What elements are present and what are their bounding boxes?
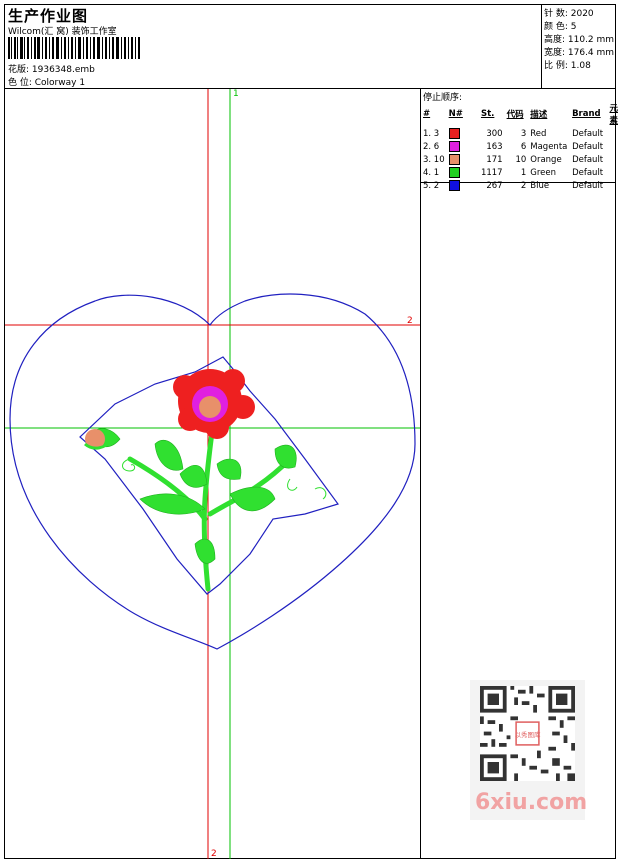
row-stitches: 1117 bbox=[480, 167, 503, 178]
color-swatch bbox=[448, 167, 460, 178]
row-code: 6 bbox=[520, 141, 527, 152]
stat-width: 宽度: 176.4 mm bbox=[544, 48, 615, 58]
table-row: 2. 6 163 6 Magenta Default bbox=[421, 140, 620, 153]
colorway-name: 色 位: Colorway 1 bbox=[8, 78, 86, 88]
row-desc: Magenta bbox=[530, 141, 568, 152]
design-canvas: 1 2 2 bbox=[5, 89, 420, 859]
table-row: 4. 1 1117 1 Green Default bbox=[421, 166, 620, 179]
file-name: 花版: 1936348.emb bbox=[8, 65, 95, 75]
qr-stamp-text: 以秀图库 bbox=[515, 730, 541, 739]
row-brand: Default bbox=[572, 141, 604, 152]
row-element bbox=[607, 127, 620, 140]
row-index: 2. 6 bbox=[423, 141, 440, 152]
table-row: 5. 2 267 2 Blue Default bbox=[421, 179, 620, 192]
stats-divider bbox=[541, 4, 542, 88]
row-desc: Blue bbox=[530, 180, 550, 191]
row-element bbox=[607, 166, 620, 179]
stat-colors: 颜 色: 5 bbox=[544, 22, 577, 32]
marker-2-right: 2 bbox=[407, 316, 413, 326]
stat-scale: 比 例: 1.08 bbox=[544, 61, 591, 71]
qr-code-icon: 以秀图库 bbox=[480, 686, 575, 781]
heart-outline bbox=[9, 293, 416, 650]
panel-divider bbox=[420, 88, 421, 859]
row-brand: Default bbox=[572, 180, 604, 191]
row-stitches: 163 bbox=[486, 141, 503, 152]
barcode-icon bbox=[8, 37, 140, 59]
row-brand: Default bbox=[572, 154, 604, 165]
table-row: 3. 10 171 10 Orange Default bbox=[421, 153, 620, 166]
stat-height: 高度: 110.2 mm bbox=[544, 35, 615, 45]
row-stitches: 300 bbox=[486, 128, 503, 139]
row-swatch-cell bbox=[447, 153, 479, 166]
col-needle: N# bbox=[448, 109, 463, 119]
row-code: 2 bbox=[520, 180, 527, 191]
row-index: 5. 2 bbox=[423, 180, 440, 191]
rose-leaves bbox=[89, 428, 297, 564]
color-swatch bbox=[448, 154, 460, 165]
row-swatch-cell bbox=[447, 179, 479, 192]
row-swatch-cell bbox=[447, 127, 479, 140]
color-swatch bbox=[448, 141, 460, 152]
row-index: 3. 10 bbox=[423, 154, 445, 165]
col-brand: Brand bbox=[572, 109, 601, 119]
row-code: 10 bbox=[515, 154, 527, 165]
row-index: 4. 1 bbox=[423, 167, 440, 178]
page-title: 生产作业图 bbox=[8, 7, 89, 25]
row-desc: Orange bbox=[530, 154, 562, 165]
watermark-text: 6xiu.com bbox=[475, 790, 588, 815]
row-code: 1 bbox=[520, 167, 527, 178]
table-header-row: # N# St. 代码 描述 Brand 元素 bbox=[421, 101, 620, 127]
row-element bbox=[607, 140, 620, 153]
marker-1-top: 1 bbox=[233, 89, 239, 99]
color-swatch bbox=[448, 128, 460, 139]
table-row: 1. 3 300 3 Red Default bbox=[421, 127, 620, 140]
row-swatch-cell bbox=[447, 140, 479, 153]
row-element bbox=[607, 179, 620, 192]
col-code: 代码 bbox=[506, 110, 524, 120]
marker-2-bottom: 2 bbox=[211, 849, 217, 859]
row-desc: Red bbox=[530, 128, 547, 139]
row-code: 3 bbox=[520, 128, 527, 139]
stat-stitches: 针 数: 2020 bbox=[544, 9, 594, 19]
color-swatch bbox=[448, 180, 460, 191]
row-desc: Green bbox=[530, 167, 557, 178]
row-element bbox=[607, 153, 620, 166]
studio-subtitle: Wilcom(汇 窝) 装饰工作室 bbox=[8, 27, 117, 37]
col-desc: 描述 bbox=[530, 110, 548, 120]
col-stitches: St. bbox=[480, 109, 495, 119]
row-brand: Default bbox=[572, 128, 604, 139]
color-sequence-table: # N# St. 代码 描述 Brand 元素 1. 3 300 3 Red Defau… bbox=[421, 101, 620, 192]
col-hash: # bbox=[423, 109, 431, 119]
row-index: 1. 3 bbox=[423, 128, 440, 139]
col-element: 元素 bbox=[609, 104, 618, 126]
row-stitches: 171 bbox=[486, 154, 503, 165]
row-brand: Default bbox=[572, 167, 604, 178]
row-swatch-cell bbox=[447, 166, 479, 179]
row-stitches: 267 bbox=[486, 180, 503, 191]
